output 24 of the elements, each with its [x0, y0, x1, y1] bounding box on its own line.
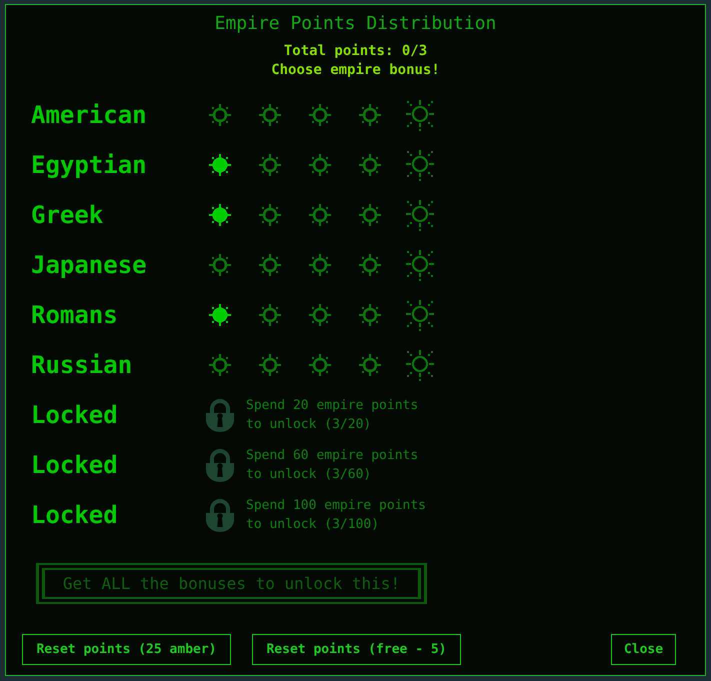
- reset-points-button[interactable]: Reset points (25 amber): [22, 634, 231, 665]
- unlock-requirement-text: Spend 60 empire points to unlock (3/60): [246, 447, 420, 484]
- empire-name: Japanese: [31, 250, 147, 280]
- sun-icon[interactable]: [209, 154, 231, 176]
- lock-icon: [206, 498, 234, 532]
- locked-label: Locked: [31, 400, 118, 430]
- empire-name: American: [31, 100, 147, 130]
- dialog-title: Empire Points Distribution: [214, 12, 496, 36]
- sun-icon[interactable]: [209, 204, 231, 226]
- sun-icon[interactable]: [209, 304, 231, 326]
- close-button[interactable]: Close: [611, 634, 676, 665]
- locked-label: Locked: [31, 500, 118, 530]
- empire-name: Romans: [31, 300, 118, 330]
- reset-points-button[interactable]: Reset points (free - 5): [252, 634, 461, 665]
- unlock-requirement-text: Spend 20 empire points to unlock (3/20): [246, 397, 420, 434]
- lock-icon: [206, 448, 234, 482]
- total-points-text: Total points: 0/3: [284, 42, 428, 61]
- empire-name: Russian: [31, 350, 132, 380]
- empire-name: Egyptian: [31, 150, 147, 180]
- unlock-requirement-text: Spend 100 empire points to unlock (3/100): [246, 497, 428, 534]
- prompt-text: Choose empire bonus!: [271, 61, 440, 80]
- locked-label: Locked: [31, 450, 118, 480]
- empire-name: Greek: [31, 200, 104, 230]
- lock-icon: [206, 398, 234, 432]
